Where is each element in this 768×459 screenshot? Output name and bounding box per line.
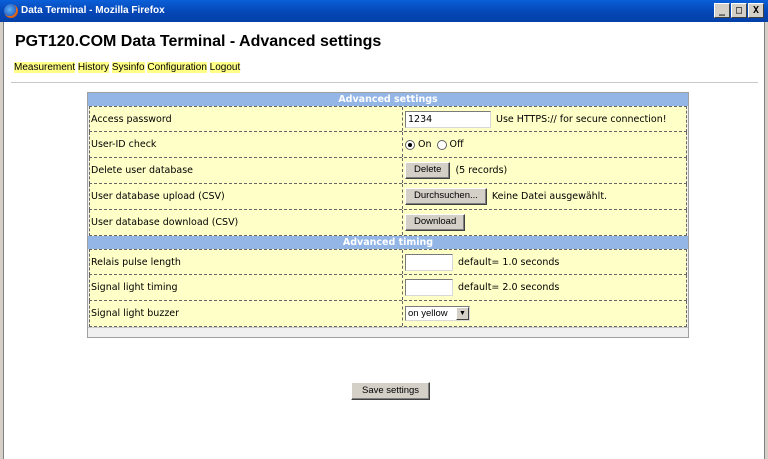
file-status: Keine Datei ausgewählt. [491, 191, 608, 202]
download-user-db-row: User database download (CSV) Download [89, 210, 687, 236]
relais-pulse-row: Relais pulse length default= 1.0 seconds [89, 249, 687, 275]
advanced-settings-heading: Advanced settings [88, 93, 688, 106]
user-id-on-label: On [418, 139, 432, 150]
relais-pulse-input[interactable] [405, 253, 453, 271]
signal-light-timing-input[interactable] [405, 279, 453, 296]
window-title: Data Terminal - Mozilla Firefox [21, 5, 165, 16]
record-count: (5 records) [455, 165, 508, 176]
panel-footer [88, 327, 688, 337]
delete-user-db-row: Delete user database Delete (5 records) [89, 158, 687, 184]
download-user-db-label: User database download (CSV) [90, 210, 403, 235]
upload-user-db-label: User database upload (CSV) [90, 184, 403, 209]
user-id-on-radio[interactable] [405, 139, 415, 150]
settings-panel: Advanced settings Access password 1234 U… [87, 92, 689, 338]
window-frame-right [764, 22, 768, 459]
firefox-icon [4, 4, 18, 18]
nav-sysinfo[interactable]: Sysinfo [111, 62, 145, 73]
nav-configuration[interactable]: Configuration [147, 62, 207, 73]
dropdown-arrow-icon[interactable]: ▼ [456, 307, 469, 320]
buzzer-select-value: on yellow [408, 308, 448, 319]
maximize-button[interactable]: □ [731, 3, 747, 18]
nav-logout[interactable]: Logout [209, 62, 241, 73]
https-hint: Use HTTPS:// for secure connection! [496, 113, 667, 125]
page-title: PGT120.COM Data Terminal - Advanced sett… [15, 33, 382, 50]
delete-user-db-label: Delete user database [90, 158, 403, 183]
page-content: PGT120.COM Data Terminal - Advanced sett… [5, 22, 762, 459]
access-password-input[interactable]: 1234 [405, 110, 491, 128]
download-button[interactable]: Download [405, 214, 466, 231]
nav-history[interactable]: History [77, 62, 110, 73]
window-frame-left [0, 22, 4, 459]
user-id-off-label: Off [449, 139, 464, 150]
buzzer-select[interactable]: on yellow ▼ [405, 306, 470, 321]
window-titlebar[interactable]: Data Terminal - Mozilla Firefox _ □ X [0, 0, 768, 22]
minimize-button[interactable]: _ [714, 3, 730, 18]
signal-light-timing-label: Signal light timing [90, 275, 403, 300]
signal-light-buzzer-label: Signal light buzzer [90, 301, 403, 326]
upload-user-db-row: User database upload (CSV) Durchsuchen..… [89, 184, 687, 210]
nav-divider [11, 82, 758, 83]
nav-menu: Measurement History Sysinfo Configuratio… [14, 62, 241, 73]
relais-pulse-label: Relais pulse length [90, 250, 403, 274]
user-id-check-row: User-ID check On Off [89, 132, 687, 158]
save-settings-button[interactable]: Save settings [351, 382, 431, 400]
delete-button[interactable]: Delete [405, 162, 451, 179]
relais-pulse-hint: default= 1.0 seconds [458, 256, 560, 268]
access-password-label: Access password [90, 107, 403, 131]
signal-light-buzzer-row: Signal light buzzer on yellow ▼ [89, 301, 687, 327]
signal-light-timing-row: Signal light timing default= 2.0 seconds [89, 275, 687, 301]
access-password-row: Access password 1234 Use HTTPS:// for se… [89, 106, 687, 132]
user-id-off-radio[interactable] [436, 139, 447, 150]
close-button[interactable]: X [748, 3, 764, 18]
window-controls: _ □ X [714, 3, 764, 18]
nav-measurement[interactable]: Measurement [14, 62, 76, 73]
signal-light-timing-hint: default= 2.0 seconds [458, 282, 560, 293]
advanced-timing-heading: Advanced timing [88, 236, 688, 249]
user-id-check-label: User-ID check [90, 132, 403, 157]
browse-button[interactable]: Durchsuchen... [405, 188, 487, 205]
